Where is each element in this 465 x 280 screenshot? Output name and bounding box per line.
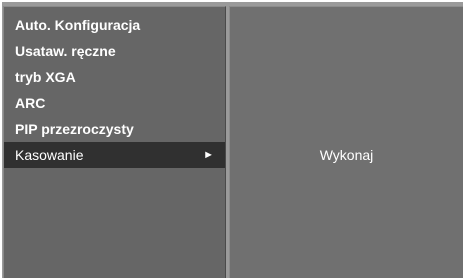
menu-list: Auto. Konfiguracja Usataw. ręczne tryb X… [4, 12, 225, 168]
menu-item-auto-configuration[interactable]: Auto. Konfiguracja [4, 12, 225, 38]
menu-item-label: Usataw. ręczne [15, 43, 116, 59]
submenu-panel: Wykonaj [229, 6, 463, 278]
menu-item-label: Auto. Konfiguracja [15, 17, 141, 33]
main-menu-panel: Auto. Konfiguracja Usataw. ręczne tryb X… [3, 6, 226, 278]
execute-option[interactable]: Wykonaj [230, 147, 463, 163]
menu-item-reset[interactable]: Kasowanie ► [4, 142, 225, 168]
menu-item-xga-mode[interactable]: tryb XGA [4, 64, 225, 90]
menu-item-manual-settings[interactable]: Usataw. ręczne [4, 38, 225, 64]
menu-item-arc[interactable]: ARC [4, 90, 225, 116]
menu-item-label: tryb XGA [15, 69, 76, 85]
menu-item-label: Kasowanie [15, 147, 84, 163]
menu-item-label: ARC [15, 95, 46, 111]
menu-item-pip-transparency[interactable]: PIP przezroczysty [4, 116, 225, 142]
chevron-right-icon: ► [203, 149, 214, 161]
menu-item-label: PIP przezroczysty [15, 121, 134, 137]
